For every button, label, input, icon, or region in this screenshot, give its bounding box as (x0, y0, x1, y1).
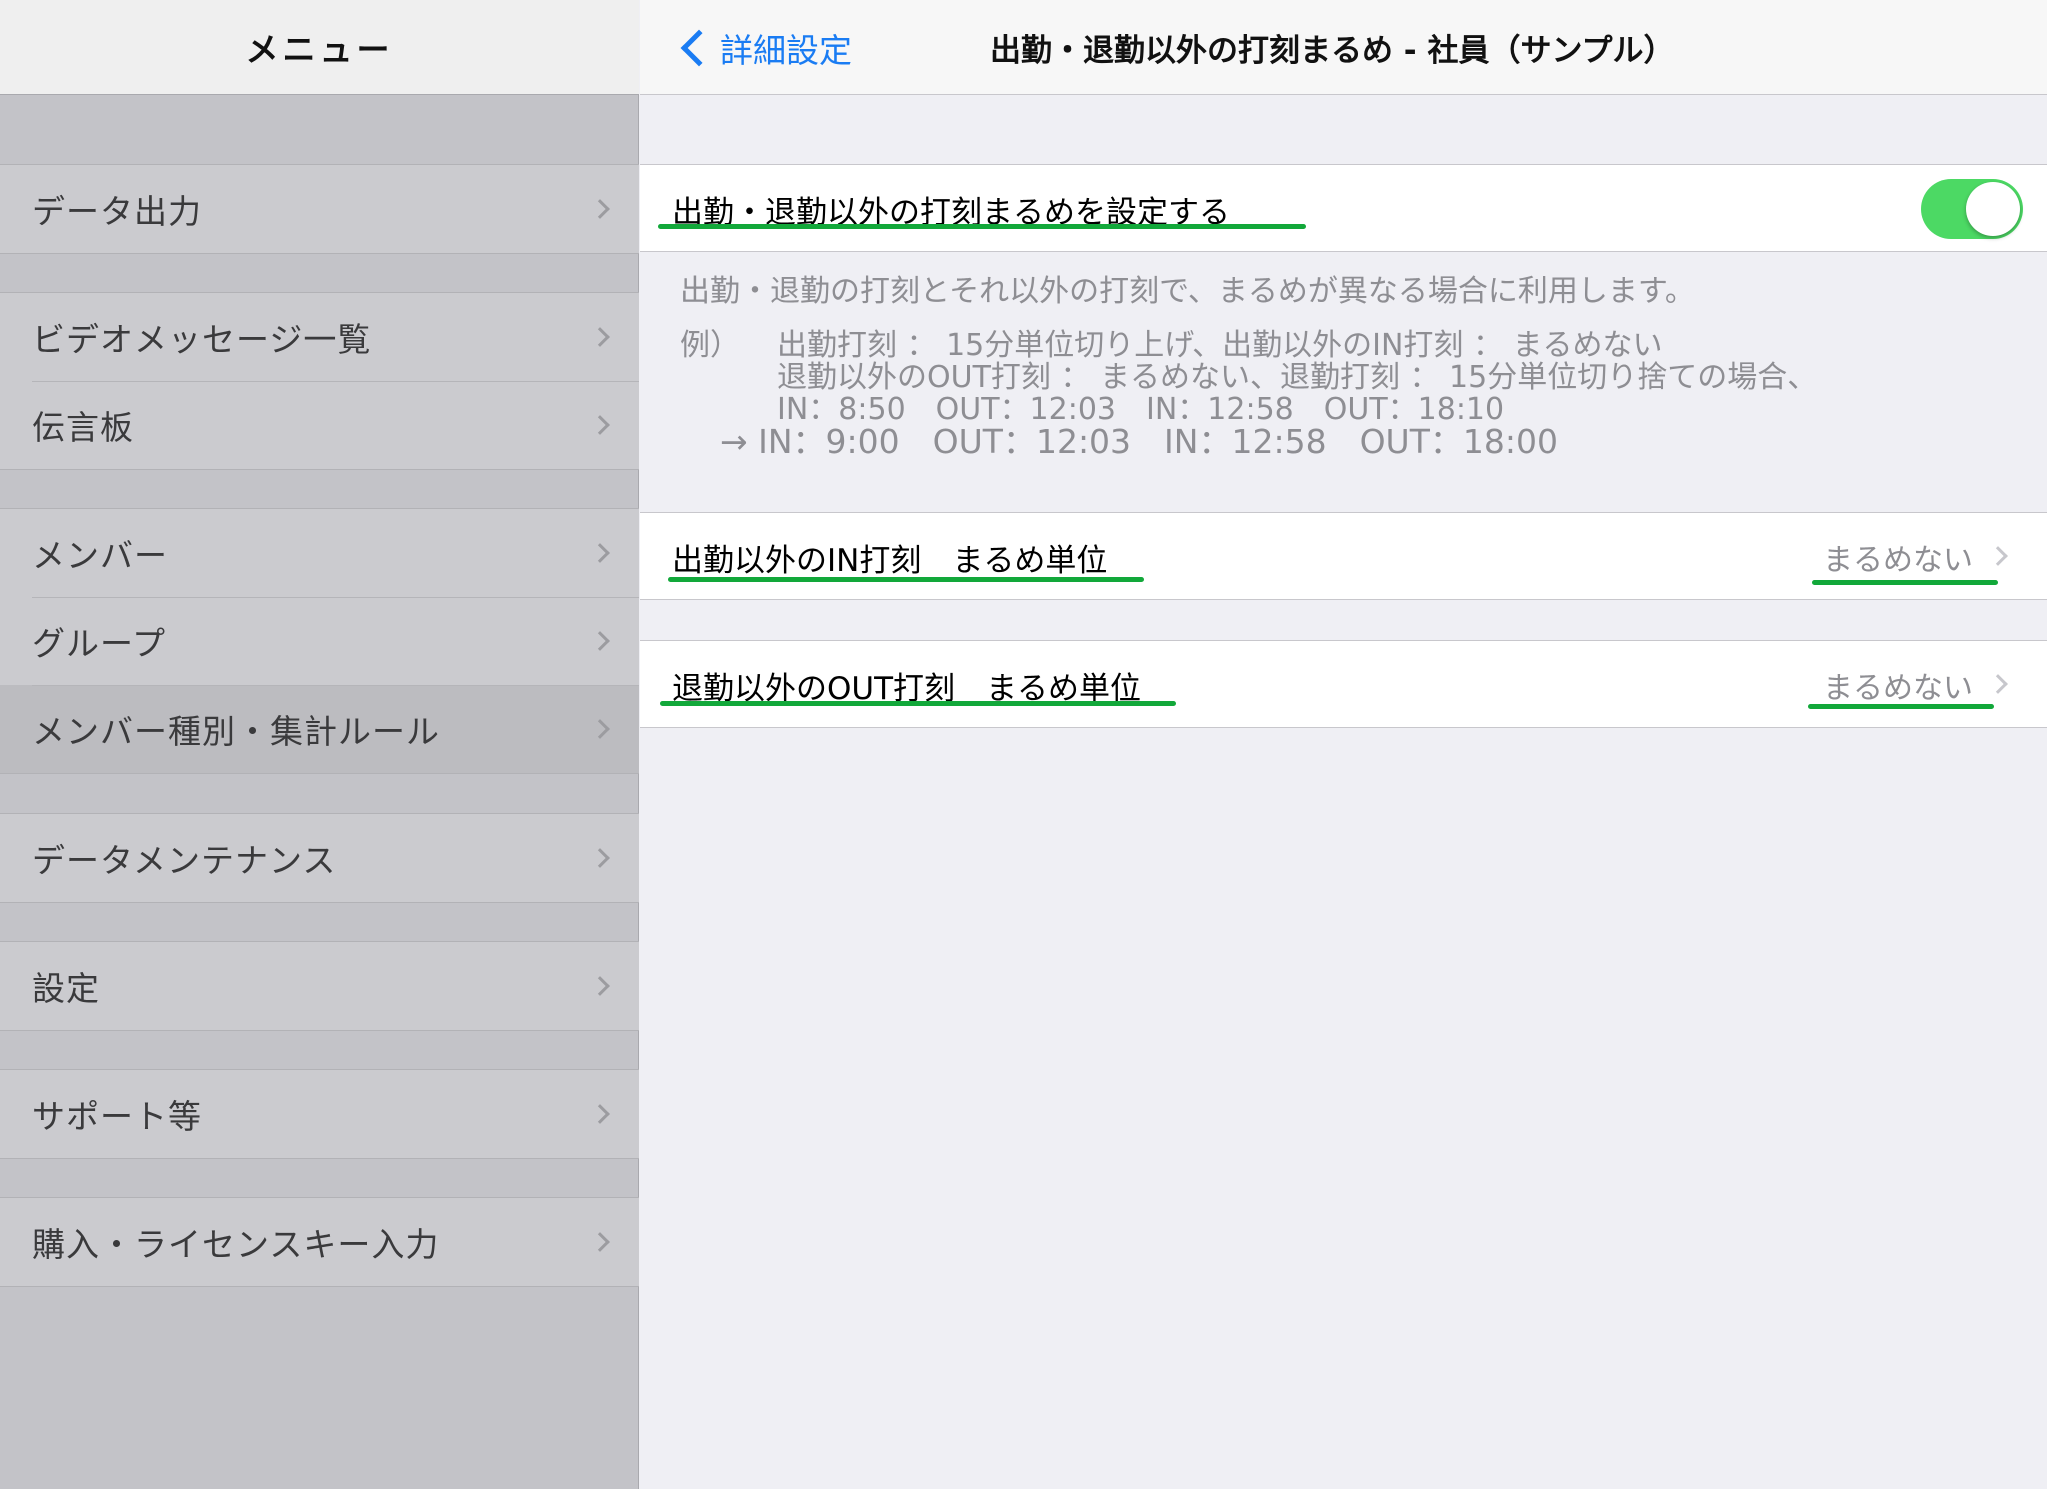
rounding-toggle-label: 出勤・退勤以外の打刻まるめを設定する (672, 194, 1230, 231)
sidebar-item-label: 設定 (32, 969, 100, 1008)
detail-pane: 詳細設定 出勤・退勤以外の打刻まるめ - 社員（サンプル） 出勤・退勤以外の打刻… (640, 0, 2047, 1489)
chevron-right-icon (590, 415, 610, 435)
rounding-toggle-row: 出勤・退勤以外の打刻まるめを設定する (640, 164, 2047, 252)
chevron-right-icon (590, 543, 610, 563)
sidebar-item-settings[interactable]: 設定 (0, 942, 639, 1030)
chevron-right-icon (590, 719, 610, 739)
highlight-underline (660, 701, 1176, 706)
sidebar-item-label: ビデオメッセージ一覧 (32, 320, 372, 359)
menu-group: メンバー グループ メンバー種別・集計ルール (0, 508, 639, 774)
out-rounding-row[interactable]: 退勤以外のOUT打刻 まるめ単位 まるめない (640, 640, 2047, 728)
out-rounding-label: 退勤以外のOUT打刻 まるめ単位 (672, 670, 1142, 707)
sidebar-item-label: メンバー (32, 536, 168, 575)
rounding-description: 出勤・退勤の打刻とそれ以外の打刻で、まるめが異なる場合に利用します。 (680, 274, 1695, 309)
highlight-underline (1812, 580, 1998, 585)
menu-group: データメンテナンス (0, 813, 639, 903)
in-rounding-label: 出勤以外のIN打刻 まるめ単位 (672, 542, 1108, 579)
menu-group: 設定 (0, 941, 639, 1031)
highlight-underline (668, 577, 1144, 582)
out-rounding-value: まるめない (1823, 671, 1973, 706)
chevron-left-icon (680, 29, 718, 66)
sidebar-item-label: 購入・ライセンスキー入力 (32, 1225, 440, 1264)
back-button-label: 詳細設定 (720, 30, 852, 70)
example-label: 例） (680, 328, 740, 363)
chevron-right-icon (590, 199, 610, 219)
sidebar-header: メニュー (0, 0, 639, 95)
navigation-bar: 詳細設定 出勤・退勤以外の打刻まるめ - 社員（サンプル） (640, 0, 2047, 95)
sidebar-title: メニュー (245, 30, 394, 69)
chevron-right-icon (590, 1104, 610, 1124)
chevron-right-icon (1988, 546, 2008, 566)
menu-group: データ出力 (0, 164, 639, 254)
sidebar-item-data-maintenance[interactable]: データメンテナンス (0, 814, 639, 902)
sidebar: メニュー データ出力 ビデオメッセージ一覧 伝言板 メンバー グループ メンバー… (0, 0, 639, 1489)
back-button[interactable]: 詳細設定 (676, 0, 852, 95)
toggle-knob (1966, 182, 2020, 236)
sidebar-item-support[interactable]: サポート等 (0, 1070, 639, 1158)
sidebar-item-label: グループ (32, 624, 167, 663)
chevron-right-icon (590, 327, 610, 347)
highlight-underline (1808, 704, 1994, 709)
sidebar-item-label: サポート等 (32, 1097, 202, 1136)
chevron-right-icon (590, 1232, 610, 1252)
sidebar-item-label: 伝言板 (32, 408, 134, 447)
sidebar-item-members[interactable]: メンバー (0, 509, 639, 597)
chevron-right-icon (590, 848, 610, 868)
menu-group: サポート等 (0, 1069, 639, 1159)
example-line-2: 退勤以外のOUT打刻 ： まるめない、退勤打刻 ： 15分単位切り捨ての場合、 (777, 360, 1818, 395)
chevron-right-icon (1988, 674, 2008, 694)
sidebar-item-message-board[interactable]: 伝言板 (0, 381, 639, 469)
page-title: 出勤・退勤以外の打刻まるめ - 社員（サンプル） (990, 33, 1675, 69)
sidebar-item-data-export[interactable]: データ出力 (0, 165, 639, 253)
in-rounding-value: まるめない (1823, 543, 1973, 578)
highlight-underline (658, 224, 1306, 229)
sidebar-item-label: データメンテナンス (32, 841, 337, 880)
sidebar-item-purchase-license[interactable]: 購入・ライセンスキー入力 (0, 1198, 639, 1286)
sidebar-item-label: データ出力 (32, 192, 202, 231)
chevron-right-icon (590, 976, 610, 996)
rounding-toggle-switch[interactable] (1921, 179, 2023, 239)
sidebar-item-groups[interactable]: グループ (0, 597, 639, 685)
chevron-right-icon (590, 631, 610, 651)
in-rounding-row[interactable]: 出勤以外のIN打刻 まるめ単位 まるめない (640, 512, 2047, 600)
sidebar-item-label: メンバー種別・集計ルール (32, 712, 440, 751)
menu-group: 購入・ライセンスキー入力 (0, 1197, 639, 1287)
example-result: → IN：9:00 OUT：12:03 IN：12:58 OUT：18:00 (720, 422, 1558, 461)
sidebar-item-video-messages[interactable]: ビデオメッセージ一覧 (0, 293, 639, 381)
sidebar-item-member-types[interactable]: メンバー種別・集計ルール (0, 685, 639, 773)
example-line-1: 出勤打刻 ： 15分単位切り上げ、出勤以外のIN打刻 ： まるめない (777, 328, 1663, 363)
menu-group: ビデオメッセージ一覧 伝言板 (0, 292, 639, 470)
